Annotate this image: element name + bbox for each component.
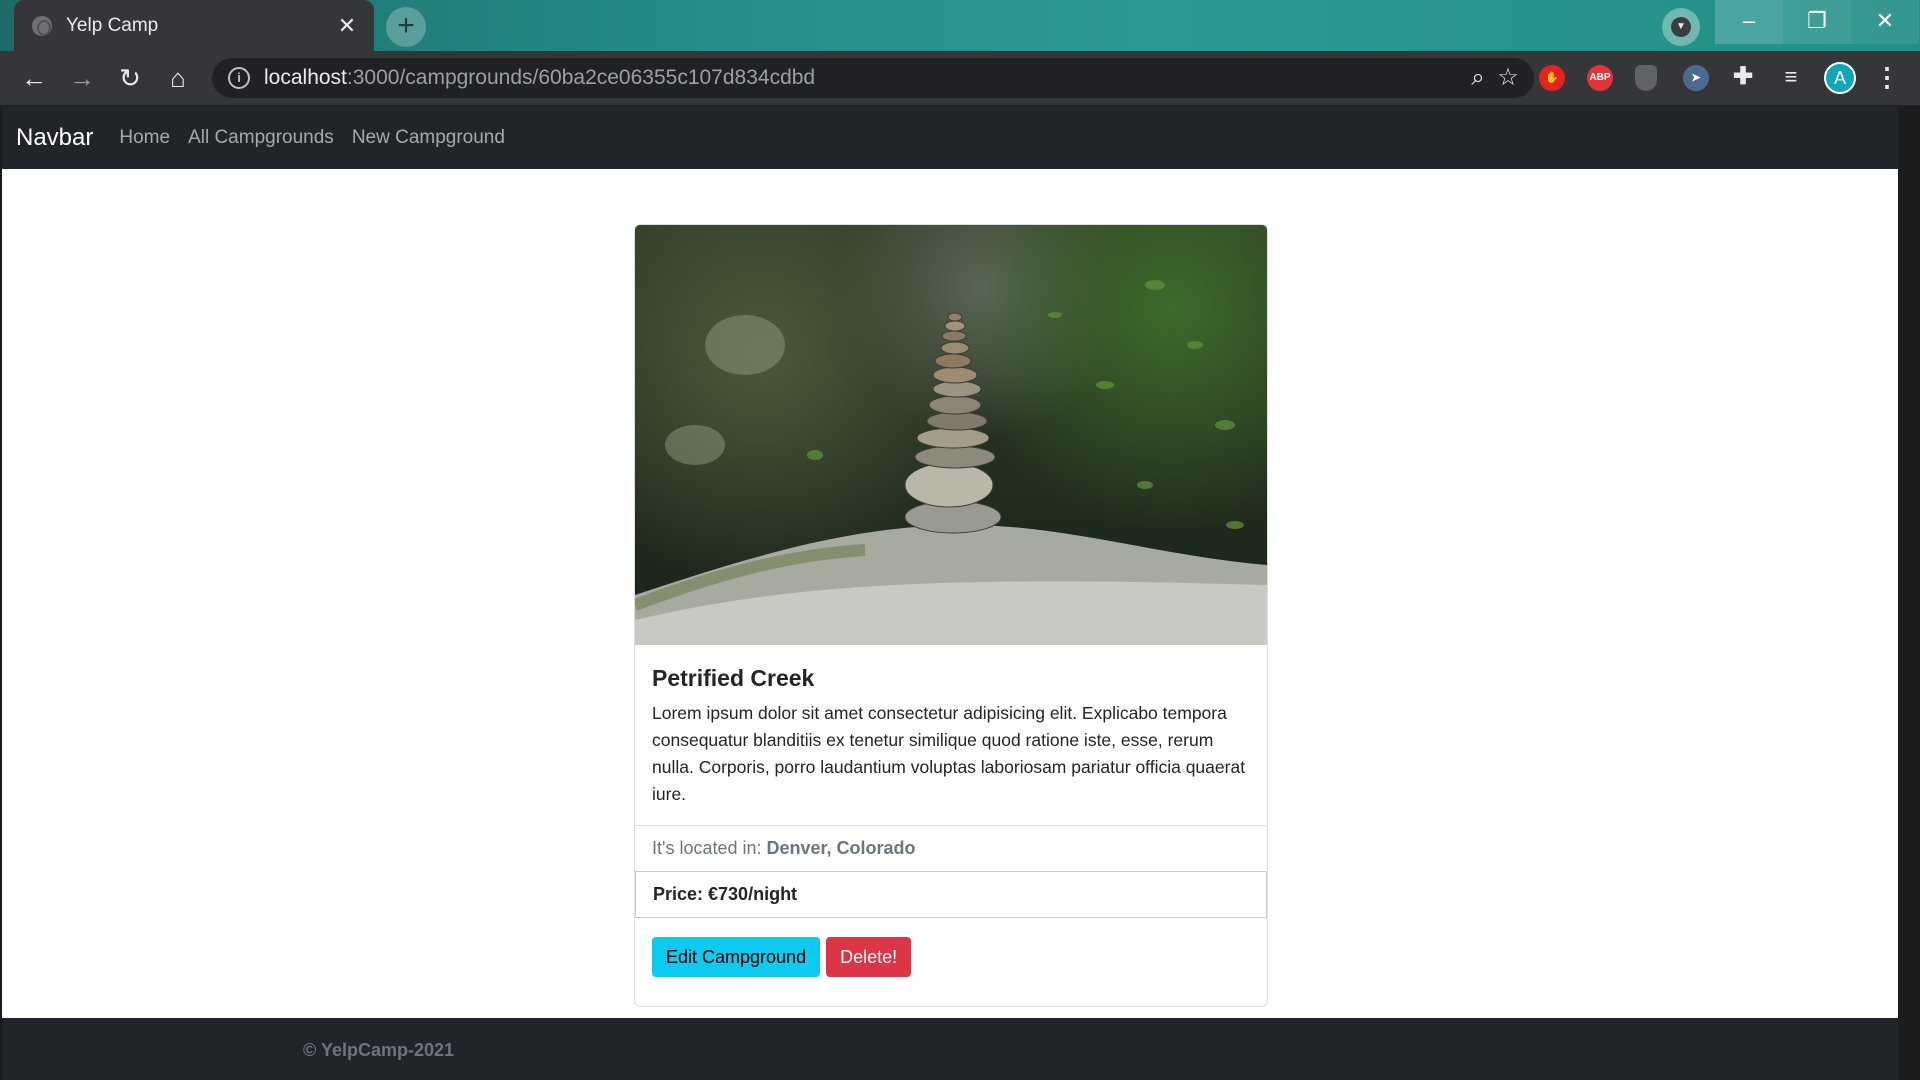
location-item: It's located in: Denver, Colorado (635, 825, 1267, 871)
shield-extension-icon[interactable] (1635, 65, 1657, 91)
cursor-extension-icon[interactable]: ➤ (1683, 65, 1709, 91)
campground-card: Petrified Creek Lorem ipsum dolor sit am… (634, 224, 1268, 1007)
browser-toolbar: ← → ↻ ⌂ i localhost :3000/campgrounds/60… (0, 51, 1920, 105)
back-arrow-icon[interactable]: ← (18, 62, 50, 94)
window-maximize-button[interactable]: ❐ (1783, 0, 1851, 44)
profile-avatar[interactable]: A (1824, 62, 1856, 94)
url-path: :3000/campgrounds/60ba2ce06355c107d834cd… (346, 66, 816, 89)
home-icon[interactable]: ⌂ (162, 62, 194, 94)
window-minimize-button[interactable]: – (1715, 0, 1783, 44)
globe-icon (32, 15, 52, 36)
price-item: Price: €730/night (635, 871, 1267, 918)
delete-campground-button[interactable]: Delete! (826, 937, 912, 977)
adblock-plus-extension-icon[interactable]: ABP (1587, 65, 1613, 91)
site-navbar: Navbar Home All Campgrounds New Campgrou… (2, 106, 1898, 169)
card-actions: Edit Campground Delete! (652, 937, 912, 977)
campground-image (635, 225, 1267, 645)
browser-titlebar: Yelp Camp ✕ + ▼ – ❐ ✕ (0, 0, 1920, 51)
card-body: Petrified Creek Lorem ipsum dolor sit am… (635, 645, 1267, 825)
campground-title: Petrified Creek (652, 665, 815, 691)
url-host: localhost (264, 66, 347, 89)
address-bar[interactable]: i localhost :3000/campgrounds/60ba2ce063… (212, 58, 1534, 98)
nav-link-all-campgrounds[interactable]: All Campgrounds (188, 127, 334, 149)
new-tab-button[interactable]: + (386, 7, 426, 47)
stop-hand-extension-icon[interactable]: ✋ (1539, 65, 1565, 91)
page-viewport: Navbar Home All Campgrounds New Campgrou… (2, 106, 1898, 1080)
window-close-button[interactable]: ✕ (1851, 0, 1919, 44)
campground-description: Lorem ipsum dolor sit amet consectetur a… (652, 703, 1246, 804)
location-label: It's located in: (652, 838, 762, 858)
media-queue-icon[interactable]: ≡ (1778, 65, 1804, 91)
tab-search-button[interactable]: ▼ (1662, 8, 1700, 46)
stone-cairn-illustration (635, 280, 1267, 645)
navbar-brand[interactable]: Navbar (16, 124, 93, 152)
copyright-text: © YelpCamp-2021 (303, 1040, 455, 1060)
edit-campground-button[interactable]: Edit Campground (652, 937, 821, 977)
reload-icon[interactable]: ↻ (114, 62, 146, 94)
site-footer: © YelpCamp-2021 (2, 1018, 1898, 1080)
forward-arrow-icon[interactable]: → (66, 62, 98, 94)
chevron-down-icon: ▼ (1671, 17, 1691, 37)
kebab-menu-icon[interactable]: ⋮ (1872, 62, 1902, 94)
tab-title: Yelp Camp (66, 14, 159, 36)
info-icon[interactable]: i (228, 67, 250, 89)
tab-close-icon[interactable]: ✕ (334, 13, 360, 39)
nav-link-new-campground[interactable]: New Campground (352, 127, 505, 149)
price-value: Price: €730/night (653, 884, 798, 904)
bookmark-star-icon[interactable]: ☆ (1492, 62, 1524, 94)
zoom-icon[interactable]: ⌕ (1462, 62, 1494, 94)
puzzle-extensions-icon[interactable]: ✚ (1730, 65, 1756, 91)
nav-link-home[interactable]: Home (119, 127, 170, 149)
location-value: Denver, Colorado (766, 838, 916, 858)
browser-tab[interactable]: Yelp Camp ✕ (14, 0, 374, 51)
